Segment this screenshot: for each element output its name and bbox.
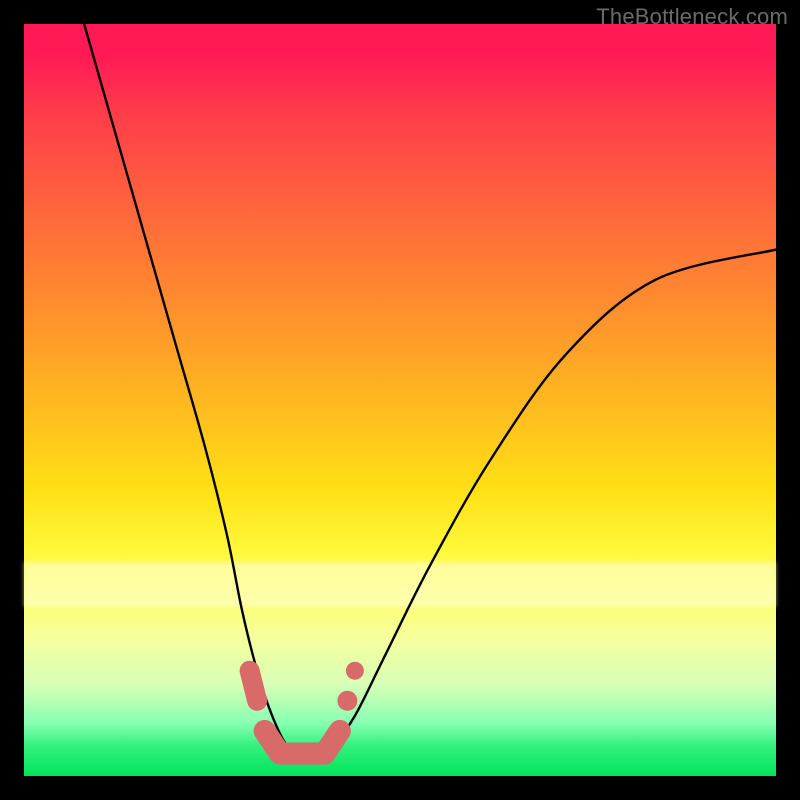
bottleneck-curve xyxy=(84,24,776,754)
chart-plot-area xyxy=(24,24,776,776)
marker-dot xyxy=(337,691,357,711)
marker-dot xyxy=(346,662,364,680)
watermark-text: TheBottleneck.com xyxy=(596,4,788,30)
marker-basin xyxy=(265,731,340,754)
chart-svg xyxy=(24,24,776,776)
marker-left xyxy=(250,671,258,701)
highlighted-range-markers xyxy=(250,662,364,754)
